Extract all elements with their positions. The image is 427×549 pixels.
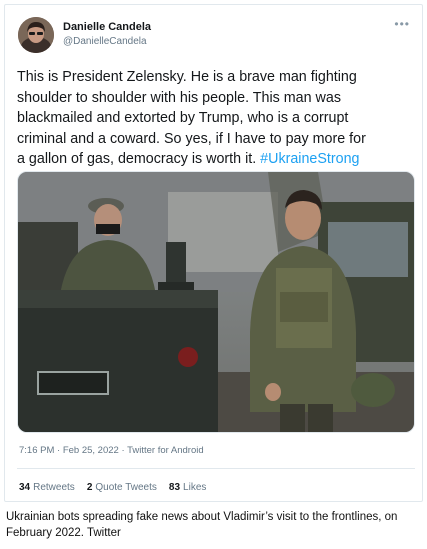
image-caption: Ukrainian bots spreading fake news about… [6, 511, 398, 539]
author-name[interactable]: Danielle Candela [63, 21, 151, 33]
likes-label: Likes [183, 482, 207, 493]
hashtag-link[interactable]: #UkraineStrong [260, 151, 359, 167]
tweet-photo[interactable] [17, 171, 415, 433]
divider [17, 468, 415, 469]
avatar[interactable] [18, 17, 54, 53]
more-options-icon[interactable]: ••• [394, 17, 410, 31]
tweet-text-line: a gallon of gas, democracy is worth it. [17, 151, 257, 167]
quote-tweets-count: 2 [86, 482, 93, 493]
retweets-label: Retweets [33, 482, 75, 493]
retweets-count: 34 [19, 482, 31, 493]
avatar-image [18, 17, 54, 53]
tweet-card: Danielle Candela @DanielleCandela ••• Th… [4, 4, 423, 502]
author-handle[interactable]: @DanielleCandela [63, 36, 147, 47]
quote-tweets-stat[interactable]: 2 Quote Tweets [87, 482, 157, 493]
tweet-timestamp[interactable]: 7:16 PM · Feb 25, 2022 · Twitter for And… [19, 445, 204, 456]
tweet-text: This is President Zelensky. He is a brav… [17, 67, 417, 170]
quote-tweets-label: Quote Tweets [95, 482, 157, 493]
tweet-text-line: criminal and a coward. So yes, if I have… [17, 130, 366, 147]
retweets-stat[interactable]: 34 Retweets [19, 482, 75, 493]
likes-stat[interactable]: 83 Likes [169, 482, 206, 493]
photo-soldiers-scene [18, 172, 414, 432]
tweet-text-line: shoulder to shoulder with his people. Th… [17, 89, 341, 106]
tweet-text-last-line: a gallon of gas, democracy is worth it. … [17, 149, 417, 170]
tweet-stats: 34 Retweets 2 Quote Tweets 83 Likes [19, 482, 206, 493]
tweet-text-line: blackmailed and extorted by Trump, who i… [17, 110, 349, 126]
likes-count: 83 [168, 482, 181, 493]
tweet-text-line: This is President Zelensky. He is a brav… [17, 69, 357, 85]
